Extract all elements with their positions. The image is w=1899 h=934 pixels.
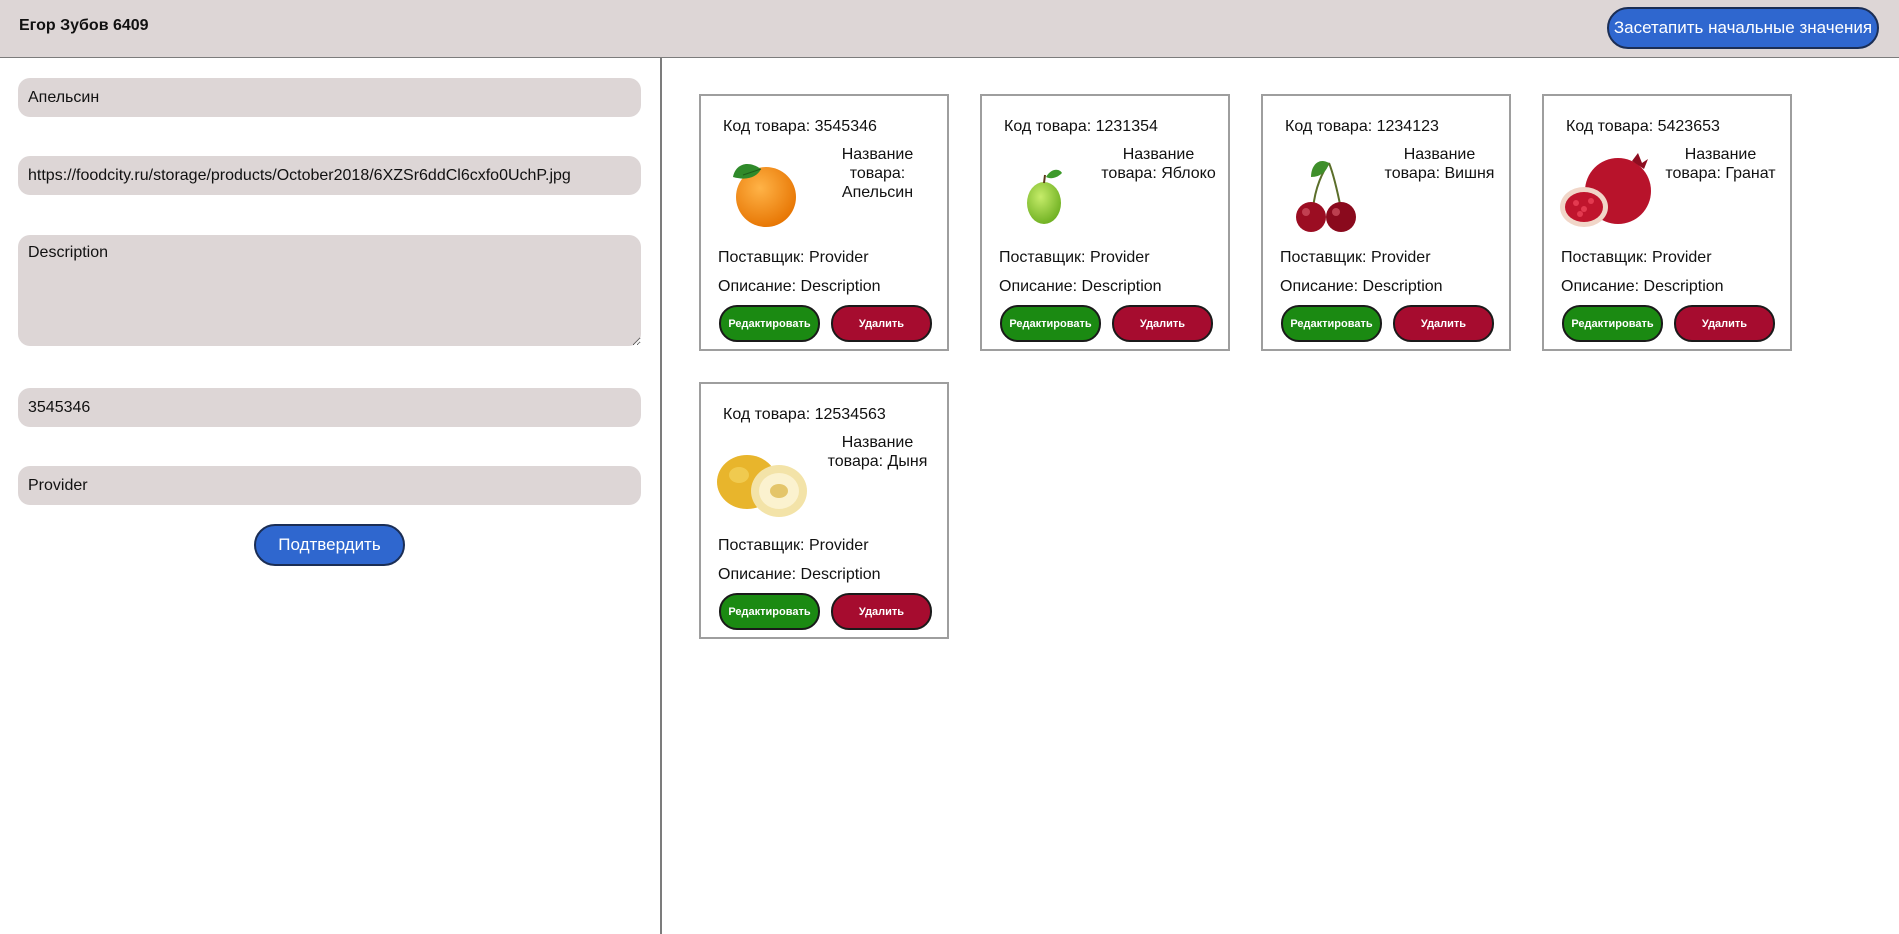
header-bar: Егор Зубов 6409 Засетапить начальные зна… <box>0 0 1899 58</box>
product-code: Код товара: 5423653 <box>1566 118 1720 135</box>
product-description: Описание: Description <box>718 566 881 583</box>
product-code-input[interactable] <box>18 388 641 427</box>
product-description: Описание: Description <box>1280 278 1443 295</box>
product-name: Название товара: Гранат <box>1665 146 1776 182</box>
product-description: Описание: Description <box>718 278 881 295</box>
product-card: Код товара: 1234123 Название товара: Виш… <box>1261 94 1511 351</box>
product-name-input[interactable] <box>18 78 641 117</box>
product-card: Код товара: 1231354 Название товара: Ябл… <box>980 94 1230 351</box>
product-name: Название товара: Вишня <box>1384 146 1495 182</box>
product-provider: Поставщик: Provider <box>718 537 869 554</box>
reset-initial-values-button[interactable]: Засетапить начальные значения <box>1607 7 1879 49</box>
product-provider: Поставщик: Provider <box>1561 249 1712 266</box>
product-provider: Поставщик: Provider <box>1280 249 1431 266</box>
product-code: Код товара: 1231354 <box>1004 118 1158 135</box>
pomegranate-image <box>1556 151 1661 233</box>
delete-button[interactable]: Удалить <box>1393 305 1494 342</box>
product-description: Описание: Description <box>1561 278 1724 295</box>
product-grid: Код товара: 3545346 Название товара: Апе… <box>664 58 1899 934</box>
product-card: Код товара: 12534563 Название товара: Ды… <box>699 382 949 639</box>
edit-button[interactable]: Редактировать <box>1281 305 1382 342</box>
product-provider: Поставщик: Provider <box>718 249 869 266</box>
product-card: Код товара: 5423653 Название товара: Гра… <box>1542 94 1792 351</box>
product-card: Код товара: 3545346 Название товара: Апе… <box>699 94 949 351</box>
product-code: Код товара: 1234123 <box>1285 118 1439 135</box>
delete-button[interactable]: Удалить <box>831 593 932 630</box>
product-code: Код товара: 3545346 <box>723 118 877 135</box>
edit-button[interactable]: Редактировать <box>1562 305 1663 342</box>
page-title: Егор Зубов 6409 <box>19 17 149 34</box>
product-description: Описание: Description <box>999 278 1162 295</box>
edit-button[interactable]: Редактировать <box>719 305 820 342</box>
orange-image <box>713 151 818 233</box>
apple-image <box>994 151 1099 233</box>
product-code: Код товара: 12534563 <box>723 406 886 423</box>
delete-button[interactable]: Удалить <box>1112 305 1213 342</box>
delete-button[interactable]: Удалить <box>831 305 932 342</box>
product-name: Название товара: Апельсин <box>841 146 914 201</box>
edit-button[interactable]: Редактировать <box>719 593 820 630</box>
product-name: Название товара: Яблоко <box>1101 146 1216 182</box>
provider-input[interactable] <box>18 466 641 505</box>
image-url-input[interactable] <box>18 156 641 195</box>
edit-button[interactable]: Редактировать <box>1000 305 1101 342</box>
product-form-panel: Description Подтвердить <box>0 58 662 934</box>
delete-button[interactable]: Удалить <box>1674 305 1775 342</box>
product-name: Название товара: Дыня <box>827 434 928 470</box>
submit-button[interactable]: Подтвердить <box>254 524 405 566</box>
cherry-image <box>1275 151 1380 233</box>
product-provider: Поставщик: Provider <box>999 249 1150 266</box>
description-textarea[interactable]: Description <box>18 235 641 346</box>
melon-image <box>713 439 818 521</box>
